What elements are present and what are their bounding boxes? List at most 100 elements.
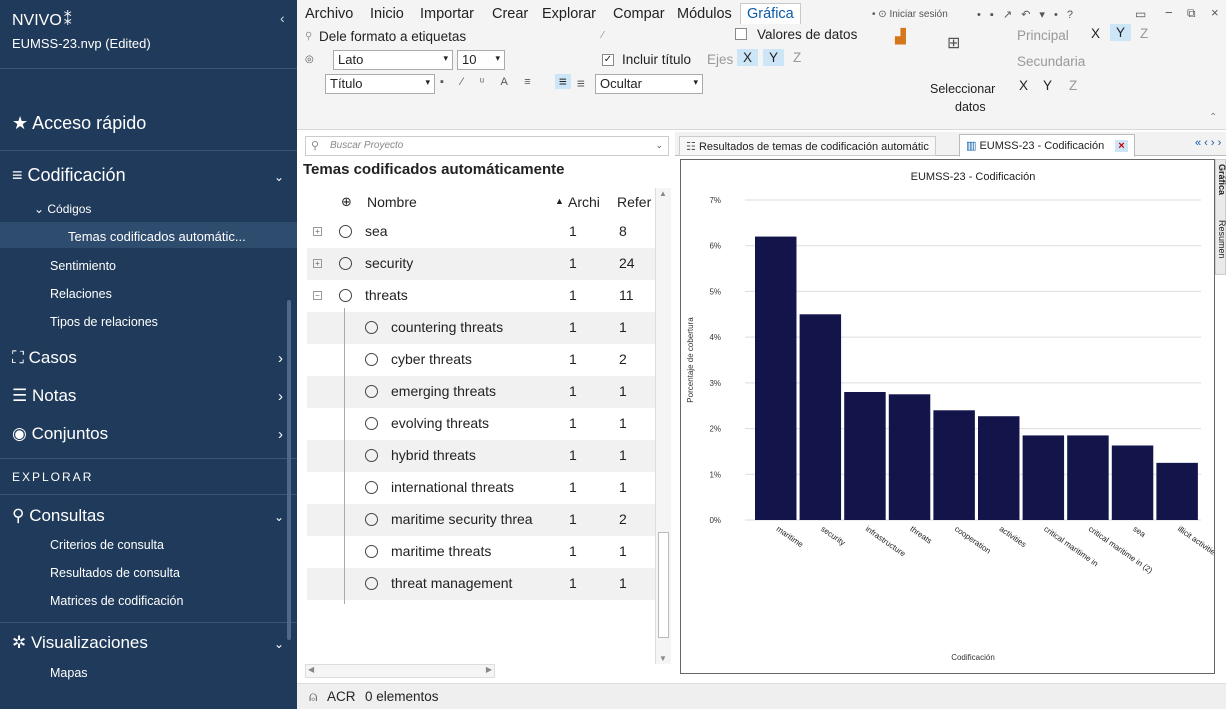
- chevron-down-icon[interactable]: ⌄: [274, 510, 284, 524]
- menu-file[interactable]: Archivo: [305, 6, 353, 22]
- primary-z-button[interactable]: Z: [1140, 26, 1148, 41]
- bar: [799, 314, 842, 520]
- sidebar-item-query-criteria[interactable]: Criterios de consulta: [50, 538, 164, 552]
- label-target-select[interactable]: Título ▾: [325, 74, 435, 94]
- select-data-label-2[interactable]: datos: [955, 100, 986, 114]
- axis-z-button[interactable]: Z: [793, 50, 801, 65]
- chart-type-icon[interactable]: ▟: [895, 28, 906, 45]
- code-node-icon: [365, 449, 378, 462]
- axis-y-button[interactable]: Y: [763, 49, 785, 66]
- search-input[interactable]: Buscar Proyecto: [330, 140, 403, 151]
- table-row[interactable]: cyber threats 1 2: [307, 344, 655, 376]
- chat-icon[interactable]: ▭: [1135, 7, 1146, 21]
- font-select[interactable]: Lato ▾: [333, 50, 453, 70]
- sidebar-item-query-results[interactable]: Resultados de consulta: [50, 566, 180, 580]
- table-row[interactable]: hybrid threats 1 1: [307, 440, 655, 472]
- sidebar-item-quick-access[interactable]: ★ Acceso rápido: [12, 113, 146, 134]
- search-box[interactable]: ⚲ Buscar Proyecto ⌄: [305, 136, 669, 156]
- sidebar-scrollbar[interactable]: [287, 300, 291, 640]
- data-values-label: Valores de datos: [757, 27, 858, 42]
- sidebar-item-coding-matrices[interactable]: Matrices de codificación: [50, 594, 183, 608]
- code-node-icon: [365, 481, 378, 494]
- sidebar-item-sentiment[interactable]: Sentimiento: [50, 259, 116, 273]
- table-row[interactable]: evolving threats 1 1: [307, 408, 655, 440]
- sign-in-link[interactable]: • ⊙ Iniciar sesión: [872, 9, 948, 20]
- primary-x-button[interactable]: X: [1091, 26, 1100, 41]
- tab-nav-arrows[interactable]: « ‹ › ›: [1195, 137, 1221, 149]
- table-row[interactable]: threat management 1 1: [307, 568, 655, 600]
- table-row[interactable]: international threats 1 1: [307, 472, 655, 504]
- chevron-down-icon[interactable]: ⌄: [655, 140, 663, 151]
- primary-y-button[interactable]: Y: [1110, 24, 1132, 41]
- sidebar-item-codes[interactable]: ⌄ Códigos: [34, 202, 91, 216]
- secondary-z-button[interactable]: Z: [1069, 78, 1077, 93]
- sidebar-item-relations[interactable]: Relaciones: [50, 287, 112, 301]
- sidebar-item-queries[interactable]: ⚲ Consultas: [12, 506, 105, 526]
- expand-toggle-icon[interactable]: +: [313, 227, 322, 236]
- table-row[interactable]: emerging threats 1 1: [307, 376, 655, 408]
- sidebar-item-visualizations[interactable]: ✲ Visualizaciones: [12, 633, 148, 653]
- restore-icon[interactable]: ⧉: [1187, 6, 1196, 21]
- table-row[interactable]: countering threats 1 1: [307, 312, 655, 344]
- chevron-right-icon[interactable]: ›: [278, 388, 283, 405]
- table-row[interactable]: − threats 1 11: [307, 280, 655, 312]
- close-window-icon[interactable]: ×: [1211, 5, 1219, 20]
- chevron-right-icon[interactable]: ›: [278, 350, 283, 367]
- vertical-scrollbar[interactable]: ▲ ▼: [655, 188, 671, 664]
- menu-import[interactable]: Importar: [420, 6, 474, 22]
- horizontal-scrollbar[interactable]: ◀ ▶: [305, 664, 495, 678]
- sidebar-item-maps[interactable]: Mapas: [50, 666, 88, 680]
- table-row[interactable]: maritime threats 1 1: [307, 536, 655, 568]
- menu-modules[interactable]: Módulos: [677, 6, 732, 22]
- tab-chart[interactable]: ▥ EUMSS-23 - Codificación ×: [959, 134, 1135, 157]
- menu-home[interactable]: Inicio: [370, 6, 404, 22]
- menu-create[interactable]: Crear: [492, 6, 528, 22]
- side-tab-chart[interactable]: Gráfica: [1216, 164, 1226, 195]
- menu-chart[interactable]: Gráfica: [740, 3, 801, 24]
- col-files[interactable]: Archi: [568, 194, 600, 210]
- menu-share[interactable]: Compar: [613, 6, 665, 22]
- code-refs: 11: [619, 287, 634, 303]
- secondary-y-button[interactable]: Y: [1043, 78, 1052, 93]
- chevron-down-icon[interactable]: ⌄: [274, 170, 284, 184]
- font-size-select[interactable]: 10 ▾: [457, 50, 505, 70]
- expand-toggle-icon[interactable]: +: [313, 259, 322, 268]
- y-tick-label: 0%: [709, 516, 721, 525]
- quick-toolbar-icons[interactable]: • ▪ ↗ ↶ ▾ • ?: [977, 8, 1076, 21]
- minimize-icon[interactable]: −: [1165, 5, 1173, 20]
- axis-x-button[interactable]: X: [737, 49, 759, 66]
- sidebar-item-auto-themes[interactable]: Temas codificados automátic...: [68, 229, 246, 244]
- expand-toggle-icon[interactable]: −: [313, 291, 322, 300]
- include-title-checkbox[interactable]: ✓: [602, 54, 614, 66]
- menu-explore[interactable]: Explorar: [542, 6, 596, 22]
- sidebar-item-coding[interactable]: ≡ Codificación: [12, 165, 126, 186]
- sidebar-item-sets[interactable]: ◉ Conjuntos: [12, 424, 108, 444]
- list-icon: ≡: [12, 165, 23, 185]
- search-icon: ⚲: [12, 506, 25, 525]
- col-refs[interactable]: Refer: [617, 194, 651, 210]
- add-icon[interactable]: ⊕: [341, 194, 352, 210]
- sidebar-item-notes[interactable]: ☰ Notas: [12, 386, 76, 406]
- text-format-icons[interactable]: ▪ ⁄ ᵘ A ≡: [440, 76, 538, 88]
- select-data-label[interactable]: Seleccionar: [930, 82, 995, 96]
- table-row[interactable]: + sea 1 8: [307, 216, 655, 248]
- chevron-down-icon[interactable]: ⌄: [274, 637, 284, 651]
- scrollbar-thumb[interactable]: [658, 532, 669, 638]
- sidebar-item-relation-types[interactable]: Tipos de relaciones: [50, 315, 158, 329]
- align-right-icon[interactable]: ≡: [577, 76, 585, 91]
- col-name[interactable]: Nombre: [367, 194, 417, 210]
- collapse-sidebar-icon[interactable]: ‹: [280, 10, 285, 26]
- secondary-x-button[interactable]: X: [1019, 78, 1028, 93]
- close-tab-icon[interactable]: ×: [1115, 140, 1128, 152]
- sidebar-item-cases[interactable]: ⛶ Casos: [12, 348, 77, 368]
- data-values-checkbox[interactable]: [735, 28, 747, 40]
- table-row[interactable]: maritime security threa 1 2: [307, 504, 655, 536]
- table-row[interactable]: + security 1 24: [307, 248, 655, 280]
- tab-autocode-results[interactable]: ☷ Resultados de temas de codificación au…: [679, 136, 936, 156]
- align-center-icon[interactable]: ≡: [555, 74, 571, 89]
- select-data-icon[interactable]: ⊞: [947, 33, 960, 53]
- side-tab-summary[interactable]: Resumen: [1216, 220, 1226, 259]
- chevron-right-icon[interactable]: ›: [278, 426, 283, 443]
- hide-select[interactable]: Ocultar ▾: [595, 74, 703, 94]
- collapse-ribbon-icon[interactable]: ⌃: [1209, 112, 1217, 123]
